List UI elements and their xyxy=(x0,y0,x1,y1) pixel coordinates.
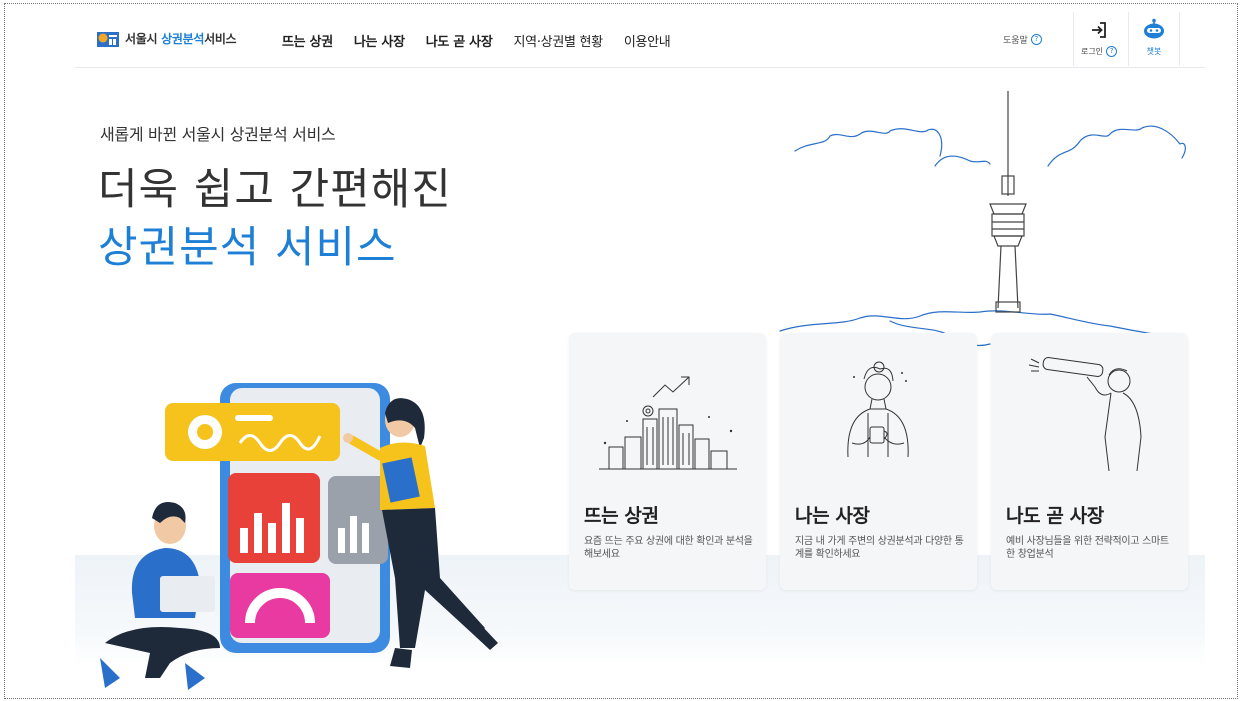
site-header: 서울시 상권분석서비스 뜨는 상권 나는 사장 나도 곧 사장 지역·상권별 현… xyxy=(75,12,1205,68)
chatbot-button[interactable]: 챗봇 xyxy=(1128,12,1180,66)
login-label: 로그인 xyxy=(1080,47,1104,56)
hero-title-line2: 상권분석 서비스 xyxy=(98,223,397,273)
site-logo[interactable]: 서울시 상권분석서비스 xyxy=(97,30,237,47)
nav-item-regional-status[interactable]: 지역·상권별 현황 xyxy=(514,31,604,50)
telescope-icon xyxy=(1028,357,1142,472)
main-nav: 뜨는 상권 나는 사장 나도 곧 사장 지역·상권별 현황 이용안내 xyxy=(282,31,691,50)
card-title: 나는 사장 xyxy=(795,505,870,527)
logo-icon xyxy=(97,32,119,47)
card-title: 나도 곧 사장 xyxy=(1006,505,1104,527)
login-icon xyxy=(1092,22,1106,38)
robot-icon xyxy=(1144,18,1164,39)
logo-text: 서울시 상권분석서비스 xyxy=(125,30,237,47)
card-trending[interactable]: 뜨는 상권 요즘 뜨는 주요 상권에 대한 확인과 분석을 해보세요 xyxy=(569,333,766,590)
question-icon: ? xyxy=(1106,46,1118,57)
question-icon: ? xyxy=(1030,34,1042,45)
people-analytics-illustration xyxy=(100,383,498,690)
hero-subtitle: 새롭게 바뀐 서울시 상권분석 서비스 xyxy=(100,125,336,144)
nav-item-trending[interactable]: 뜨는 상권 xyxy=(282,31,333,50)
nav-item-guide[interactable]: 이용안내 xyxy=(624,31,671,50)
chatbot-label: 챗봇 xyxy=(1146,47,1162,56)
help-label: 도움말 xyxy=(1003,36,1028,46)
city-growth-icon xyxy=(599,376,737,470)
help-link[interactable]: 도움말 ? xyxy=(1003,33,1042,46)
card-description: 요즘 뜨는 주요 상권에 대한 확인과 분석을 해보세요 xyxy=(584,536,753,560)
card-description: 지금 내 가게 주변의 상권분석과 다양한 통계를 확인하세요 xyxy=(795,536,964,560)
nav-item-owner[interactable]: 나는 사장 xyxy=(354,31,405,50)
logo-text-accent: 상권분석 xyxy=(161,32,205,46)
hero-title-line1: 더욱 쉽고 간편해진 xyxy=(98,165,452,215)
shop-owner-icon xyxy=(847,361,909,458)
card-future-owner[interactable]: 나도 곧 사장 예비 사장님들을 위한 전략적이고 스마트한 창업분석 xyxy=(991,333,1188,590)
nav-item-future-owner[interactable]: 나도 곧 사장 xyxy=(426,31,493,50)
card-owner[interactable]: 나는 사장 지금 내 가게 주변의 상권분석과 다양한 통계를 확인하세요 xyxy=(780,333,977,590)
card-title: 뜨는 상권 xyxy=(584,505,659,527)
card-description: 예비 사장님들을 위한 전략적이고 스마트한 창업분석 xyxy=(1006,536,1169,560)
logo-text-suffix: 서비스 xyxy=(204,32,237,46)
logo-text-prefix: 서울시 xyxy=(125,32,162,46)
login-button[interactable]: 로그인? xyxy=(1073,12,1124,66)
